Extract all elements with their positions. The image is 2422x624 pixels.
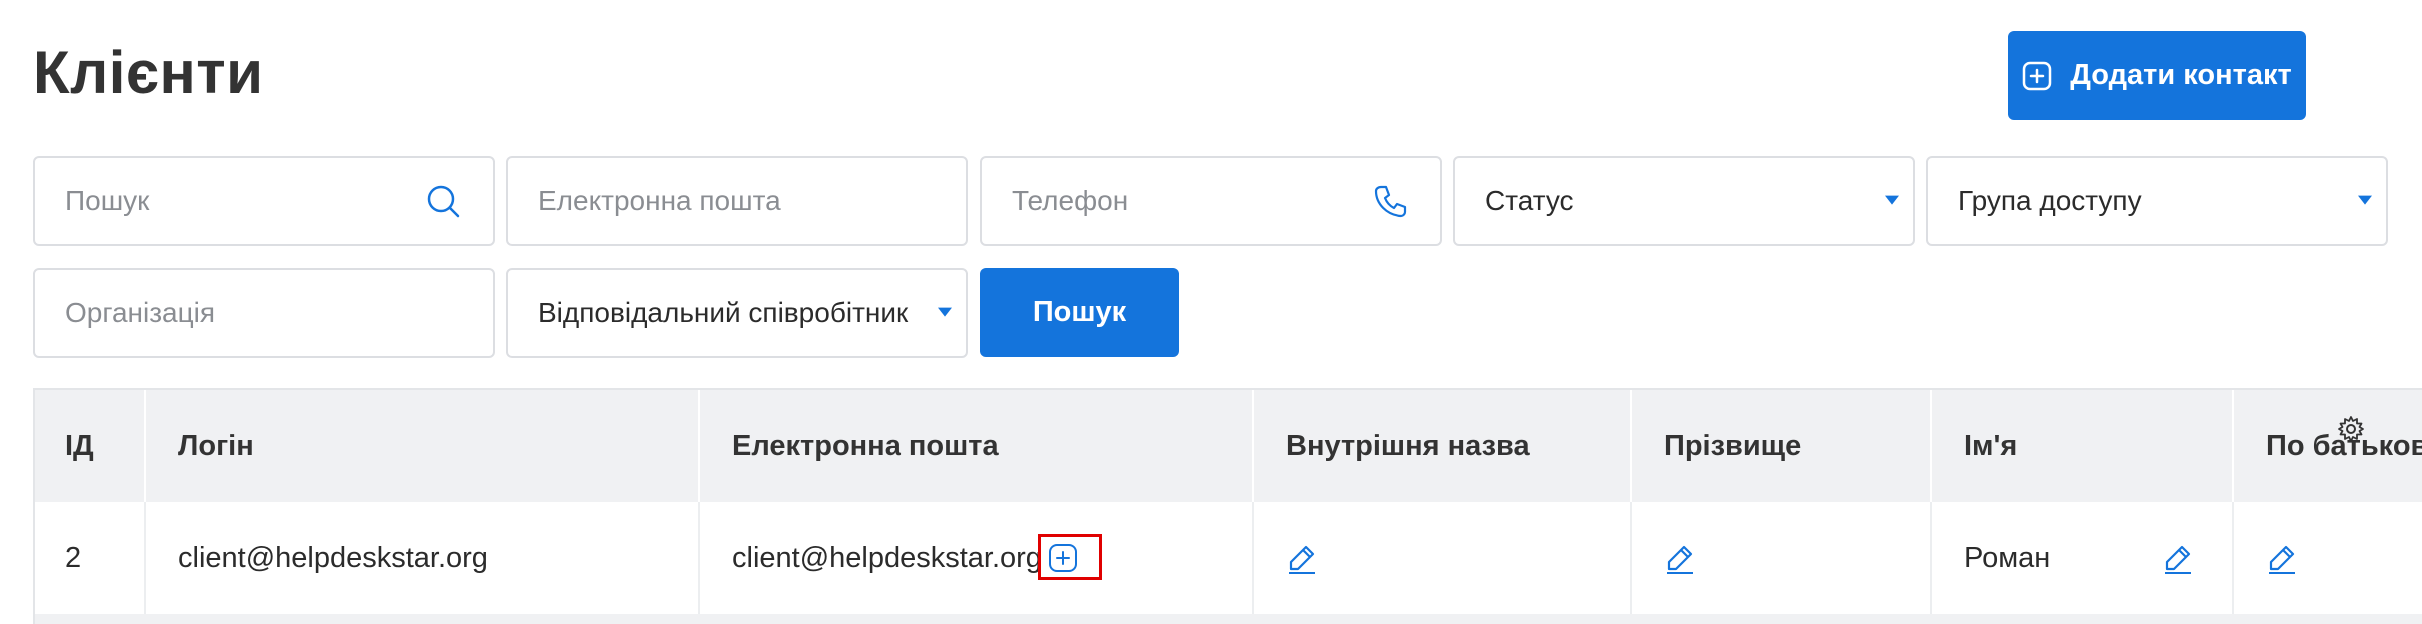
cell-id: 2 (33, 502, 146, 614)
cell-email: client@helpdeskstar.org (700, 502, 1254, 614)
edit-pencil-icon[interactable] (1664, 542, 1696, 574)
cell-first-name-text: Роман (1964, 541, 2051, 574)
status-select-value: Статус (1485, 185, 1574, 216)
column-header-internal-name[interactable]: Внутрішня назва (1254, 390, 1632, 502)
edit-pencil-icon[interactable] (1286, 542, 1318, 574)
email-field[interactable] (506, 156, 968, 246)
cell-internal-name (1254, 502, 1632, 614)
email-input[interactable] (538, 185, 936, 217)
organization-field[interactable] (33, 268, 495, 358)
add-contact-button[interactable]: Додати контакт (2008, 31, 2306, 120)
table-row[interactable]: 2 client@helpdeskstar.org client@helpdes… (33, 502, 2422, 614)
column-header-surname[interactable]: Прізвище (1632, 390, 1932, 502)
search-input[interactable] (65, 185, 463, 217)
cell-login: client@helpdeskstar.org (146, 502, 700, 614)
cell-surname (1632, 502, 1932, 614)
column-header-patronymic[interactable]: По батькові (2234, 390, 2422, 502)
edit-pencil-icon[interactable] (2266, 542, 2298, 574)
cell-first-name: Роман (1932, 502, 2234, 614)
add-contact-label: Додати контакт (2070, 59, 2292, 91)
page-title: Клієнти (33, 39, 264, 106)
phone-icon (1374, 185, 1407, 218)
edit-pencil-icon[interactable] (2162, 542, 2194, 574)
column-header-id[interactable]: ІД (33, 390, 146, 502)
phone-input[interactable] (1012, 185, 1410, 217)
column-header-first-name[interactable]: Ім'я (1932, 390, 2234, 502)
clients-table: ІД Логін Електронна пошта Внутрішня назв… (33, 388, 2422, 624)
column-header-email[interactable]: Електронна пошта (700, 390, 1254, 502)
caret-down-icon (938, 307, 952, 317)
search-field[interactable] (33, 156, 495, 246)
caret-down-icon (1885, 195, 1899, 205)
search-button[interactable]: Пошук (980, 268, 1179, 357)
table-row (33, 614, 2422, 624)
caret-down-icon (2358, 195, 2372, 205)
access-group-select[interactable]: Група доступу (1926, 156, 2388, 246)
search-icon[interactable] (425, 183, 461, 219)
cell-patronymic (2234, 502, 2422, 614)
access-group-select-value: Група доступу (1958, 185, 2142, 216)
column-header-login[interactable]: Логін (146, 390, 700, 502)
table-left-border (33, 390, 35, 624)
table-header: ІД Логін Електронна пошта Внутрішня назв… (33, 390, 2422, 502)
cell-email-text: client@helpdeskstar.org (732, 541, 1042, 574)
gear-icon[interactable] (2336, 414, 2366, 444)
highlight-box (1038, 534, 1102, 580)
phone-field[interactable] (980, 156, 1442, 246)
responsible-select-value: Відповідальний співробітник (538, 297, 909, 328)
responsible-select[interactable]: Відповідальний співробітник (506, 268, 968, 358)
status-select[interactable]: Статус (1453, 156, 1915, 246)
plus-square-icon (2023, 61, 2052, 90)
organization-input[interactable] (65, 297, 463, 329)
